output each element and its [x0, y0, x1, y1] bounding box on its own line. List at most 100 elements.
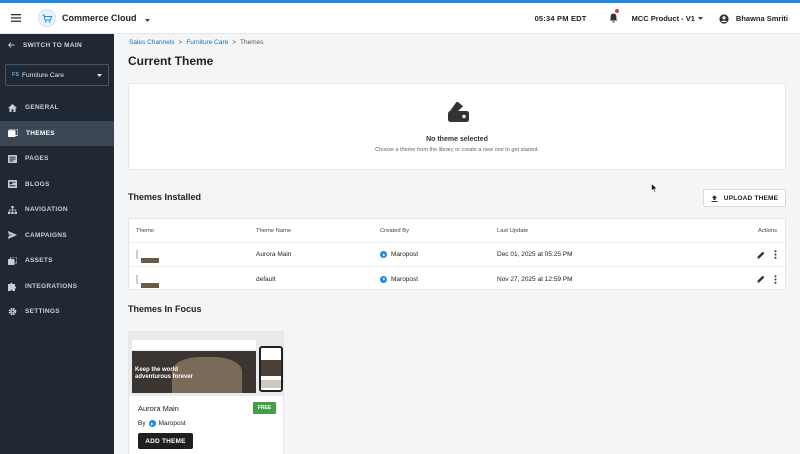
app-switcher-chevron-icon[interactable]: [144, 9, 150, 27]
focus-theme-name: Aurora Main: [138, 404, 179, 413]
row-actions: [757, 250, 777, 259]
by-label: By: [138, 420, 146, 427]
sidebar-item-label: INTEGRATIONS: [25, 282, 78, 290]
mouse-cursor-icon: [651, 183, 658, 193]
upload-icon: [711, 194, 718, 202]
sidebar: SWITCH TO MAIN FS Furniture Care GENERAL…: [0, 34, 114, 454]
table-row[interactable]: Aurora Main Maropost Dec 01, 2025 at 05:…: [129, 243, 785, 267]
upload-theme-button[interactable]: UPLOAD THEME: [703, 189, 786, 207]
theme-thumbnail: [136, 274, 159, 288]
current-theme-card: No theme selected Choose a theme from th…: [128, 83, 786, 170]
author-name: Maropost: [158, 420, 186, 427]
sidebar-item-blogs[interactable]: BLOGS: [0, 172, 114, 198]
themes-icon: [8, 129, 18, 138]
preview-hero-text: Keep the world adventurous forever: [135, 367, 194, 380]
main-content: Sales Channels > Furniture Care > Themes…: [114, 34, 800, 454]
sitemap-icon: [8, 205, 17, 214]
gear-icon: [8, 307, 17, 316]
store-switcher[interactable]: MCC Product - V1: [632, 14, 703, 23]
last-update: Dec 01, 2025 at 05:25 PM: [497, 251, 573, 258]
sidebar-item-navigation[interactable]: NAVIGATION: [0, 197, 114, 223]
themes-installed-title: Themes Installed: [128, 192, 202, 202]
sidebar-nav: GENERAL THEMES PAGES BLOGS NAVIGATION CA…: [0, 95, 114, 325]
theme-preview-image: Keep the world adventurous forever: [129, 332, 283, 396]
maropost-logo-icon: [380, 251, 387, 258]
theme-thumbnail: [136, 250, 159, 263]
focus-theme-card[interactable]: Keep the world adventurous forever Auror…: [128, 331, 284, 454]
breadcrumb-sales-channels[interactable]: Sales Channels: [129, 39, 175, 46]
account-circle-icon: [719, 13, 729, 24]
sidebar-item-pages[interactable]: PAGES: [0, 146, 114, 172]
column-header-last-update: Last Update: [497, 227, 529, 234]
theme-palette-icon: [448, 101, 469, 122]
menu-icon[interactable]: [2, 3, 30, 33]
maropost-logo-icon: [380, 275, 387, 283]
column-header-created-by: Created By: [380, 227, 409, 234]
sidebar-item-settings[interactable]: SETTINGS: [0, 299, 114, 325]
sidebar-item-label: CAMPAIGNS: [25, 231, 67, 239]
themes-table: Theme Theme Name Created By Last Update …: [128, 218, 786, 290]
assets-icon: [8, 256, 17, 265]
home-icon: [8, 103, 17, 112]
sidebar-item-assets[interactable]: ASSETS: [0, 248, 114, 274]
edit-pencil-icon[interactable]: [757, 251, 765, 259]
switch-to-main-label: SWITCH TO MAIN: [23, 41, 82, 49]
sidebar-item-label: BLOGS: [25, 180, 50, 188]
top-bar: Commerce Cloud 05:34 PM EDT MCC Product …: [0, 0, 800, 34]
clock-time: 05:34 PM EDT: [534, 14, 587, 23]
store-switcher-label: MCC Product - V1: [631, 14, 695, 23]
pages-icon: [8, 154, 17, 163]
empty-state-subtitle: Choose a theme from the library or creat…: [375, 147, 539, 153]
sidebar-item-label: NAVIGATION: [25, 206, 68, 214]
sidebar-item-campaigns[interactable]: CAMPAIGNS: [0, 223, 114, 249]
add-theme-button[interactable]: ADD THEME: [138, 433, 193, 449]
store-select-label: Furniture Care: [22, 71, 64, 79]
cart-logo-icon: [38, 9, 56, 27]
arrow-left-icon: [8, 42, 15, 48]
sidebar-item-label: PAGES: [25, 155, 49, 163]
sidebar-item-label: THEMES: [26, 129, 55, 137]
switch-to-main-link[interactable]: SWITCH TO MAIN: [0, 34, 114, 56]
table-header: Theme Theme Name Created By Last Update …: [129, 219, 785, 243]
blogs-icon: [8, 180, 17, 189]
sidebar-item-label: SETTINGS: [25, 308, 60, 316]
created-by: Maropost: [380, 275, 419, 283]
last-update: Nov 27, 2025 at 12:59 PM: [497, 275, 573, 283]
more-vertical-icon[interactable]: [774, 250, 777, 259]
sidebar-item-label: ASSETS: [25, 257, 53, 265]
breadcrumb-current: Themes: [240, 39, 264, 46]
breadcrumb-store[interactable]: Furniture Care: [186, 39, 228, 46]
breadcrumb-separator: >: [178, 39, 183, 46]
themes-in-focus-title: Themes In Focus: [128, 304, 202, 314]
notification-dot: [614, 8, 619, 13]
focus-theme-author: By Maropost: [138, 420, 186, 427]
send-icon: [8, 231, 17, 240]
more-vertical-icon[interactable]: [774, 274, 777, 284]
page-title: Current Theme: [128, 54, 214, 68]
sidebar-item-themes[interactable]: THEMES: [0, 120, 114, 146]
edit-pencil-icon[interactable]: [757, 275, 765, 283]
chevron-down-icon: [697, 17, 703, 20]
empty-state-title: No theme selected: [426, 136, 488, 143]
table-row[interactable]: default Maropost Nov 27, 2025 at 12:59 P…: [129, 267, 785, 291]
user-menu[interactable]: Bhawna Smriti: [719, 13, 788, 24]
notification-bell-icon[interactable]: [609, 8, 619, 28]
sidebar-store-select[interactable]: FS Furniture Care: [5, 64, 109, 86]
upload-theme-label: UPLOAD THEME: [723, 194, 779, 202]
created-by-name: Maropost: [391, 251, 419, 258]
maropost-logo-icon: [148, 420, 156, 427]
chevron-down-icon: [97, 73, 102, 77]
breadcrumb-separator: >: [232, 39, 237, 46]
column-header-theme: Theme: [136, 227, 155, 234]
user-name: Bhawna Smriti: [735, 14, 788, 23]
sidebar-item-general[interactable]: GENERAL: [0, 95, 114, 121]
created-by-name: Maropost: [391, 275, 419, 283]
puzzle-icon: [8, 282, 17, 291]
sidebar-item-integrations[interactable]: INTEGRATIONS: [0, 274, 114, 300]
store-badge: FS: [12, 72, 20, 78]
breadcrumb: Sales Channels > Furniture Care > Themes: [129, 39, 264, 46]
column-header-theme-name: Theme Name: [256, 227, 292, 234]
created-by: Maropost: [380, 251, 418, 258]
theme-name: default: [256, 275, 276, 283]
sidebar-item-label: GENERAL: [25, 104, 59, 112]
